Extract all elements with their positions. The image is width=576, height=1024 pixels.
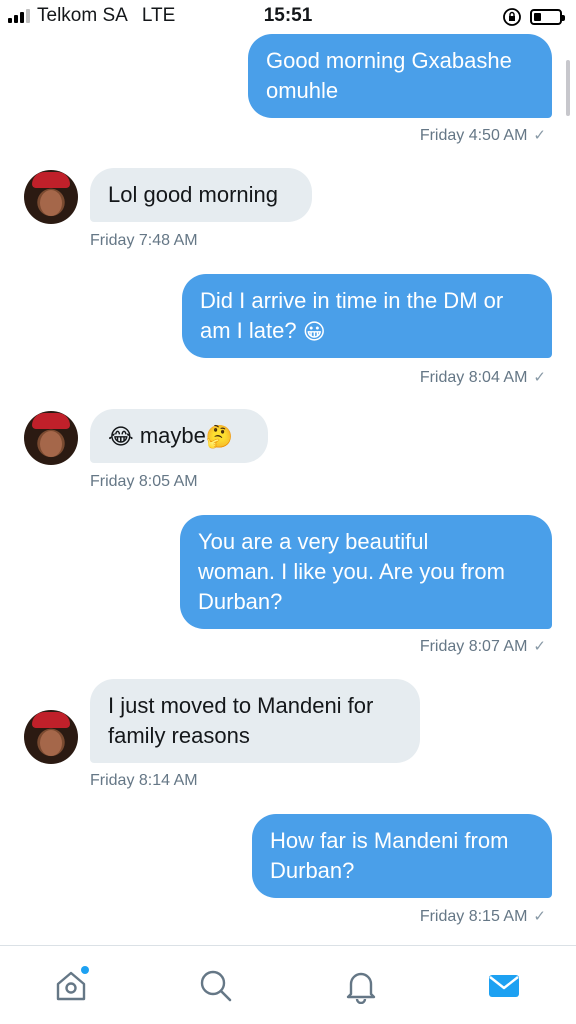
outgoing-message-bubble[interactable]: Good morning Gxabashe omuhle [248,34,552,118]
tab-search[interactable] [194,964,238,1008]
battery-icon [530,9,565,25]
read-check-icon: ✓ [533,908,546,925]
tab-bar [0,945,576,1024]
message-timestamp: Friday 4:50 AM ✓ [420,126,546,145]
message-text-line: woman. I like you. Are you from [198,557,534,587]
message-timestamp: Friday 8:15 AM ✓ [420,907,546,926]
timestamp-text: Friday 8:15 AM [419,908,528,925]
message-text-line: How far is Mandeni from [270,826,534,856]
message-text: Good morning Gxabashe [266,48,512,73]
message-text: Durban? [198,589,283,614]
message-text: woman. I like you. Are you from [198,559,505,584]
message-text: maybe [139,423,206,448]
message-text: I just moved to Mandeni for [108,693,374,718]
tab-messages[interactable] [482,964,526,1008]
message-timestamp: Friday 7:48 AM [90,232,198,250]
incoming-message-bubble[interactable]: Lol good morning [90,168,312,222]
status-right [502,7,565,27]
bell-icon [346,972,376,1004]
message-text: am I late? [200,318,297,343]
status-bar: Telkom SA LTE 15:51 [0,0,576,34]
timestamp-text: Friday 8:07 AM [419,638,528,655]
message-text-line: Lol good morning [108,180,294,210]
message-text-line: I just moved to Mandeni for [108,691,402,721]
timestamp-text: Friday 8:04 AM [419,369,528,386]
message-text-line: Good morning Gxabashe [266,46,534,76]
message-text: How far is Mandeni from [270,828,509,853]
mail-icon [489,975,519,997]
incoming-message-bubble[interactable]: I just moved to Mandeni for family reason… [90,679,420,763]
message-timestamp: Friday 8:14 AM [90,772,198,790]
message-text: family reasons [108,723,250,748]
timestamp-text: Friday 4:50 AM [419,127,528,144]
timestamp-text: Friday 8:05 AM [90,473,198,490]
laughing-emoji: 😂 [108,424,134,450]
message-text: Did I arrive in time in the DM or [200,288,504,313]
message-text-line: omuhle [266,76,534,106]
message-text: Durban? [270,858,355,883]
contact-avatar[interactable] [24,710,78,764]
timestamp-text: Friday 7:48 AM [90,232,198,249]
message-timestamp: Friday 8:07 AM ✓ [420,637,546,656]
read-check-icon: ✓ [533,369,546,386]
tab-notifications[interactable] [339,964,383,1008]
outgoing-message-bubble[interactable]: How far is Mandeni from Durban? [252,814,552,898]
rotation-lock-icon [503,8,521,26]
contact-avatar[interactable] [24,411,78,465]
scroll-indicator[interactable] [566,60,570,116]
outgoing-message-bubble[interactable]: You are a very beautiful woman. I like yo… [180,515,552,629]
status-time: 15:51 [263,5,313,26]
thinking-emoji: 🤔 [205,424,234,450]
timestamp-text: Friday 8:14 AM [90,772,198,789]
message-text: You are a very beautiful [198,529,429,554]
message-text-line: family reasons [108,721,402,751]
message-text: Lol good morning [108,182,279,207]
read-check-icon: ✓ [533,127,546,144]
message-text-line: Durban? [198,587,534,617]
search-icon [200,970,232,1002]
message-timestamp: Friday 8:04 AM ✓ [420,368,546,387]
message-text-line: am I late? 😀 [200,316,534,346]
tab-home[interactable] [49,964,93,1008]
grinning-emoji: 😀 [302,319,326,345]
message-text-line: Durban? [270,856,534,886]
message-text-line: You are a very beautiful [198,527,534,557]
message-timestamp: Friday 8:05 AM [90,473,198,491]
incoming-message-bubble[interactable]: 😂 maybe🤔 [90,409,268,463]
read-check-icon: ✓ [533,638,546,655]
message-text-line: 😂 maybe🤔 [108,421,250,451]
outgoing-message-bubble[interactable]: Did I arrive in time in the DM or am I la… [182,274,552,358]
contact-avatar[interactable] [24,170,78,224]
message-text: omuhle [266,78,339,103]
message-text-line: Did I arrive in time in the DM or [200,286,534,316]
notification-dot [81,966,89,974]
